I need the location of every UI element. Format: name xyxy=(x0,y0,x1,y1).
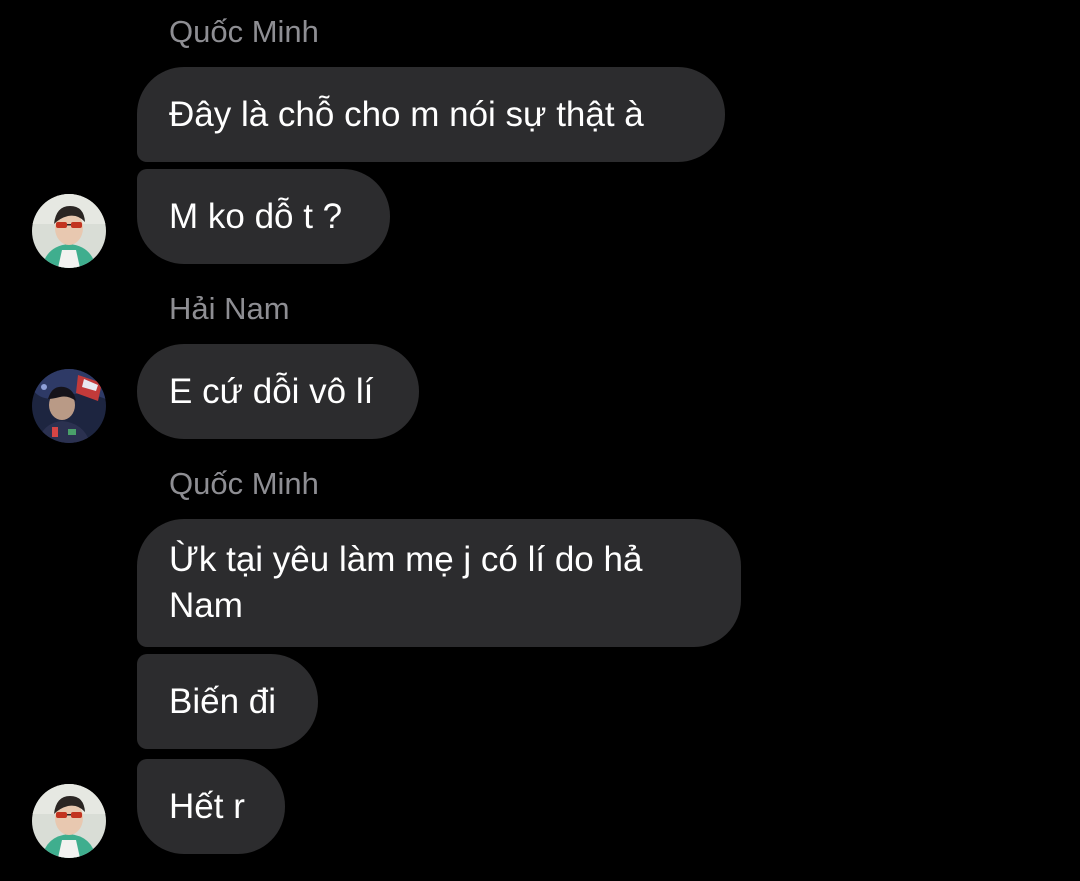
sender-name: Hải Nam xyxy=(169,291,290,326)
quoc-minh-avatar[interactable] xyxy=(32,784,106,858)
message-text: E cứ dỗi vô lí xyxy=(169,371,374,411)
message-text: Ừk tại yêu làm mẹ j có lí do hả Nam xyxy=(169,540,643,625)
sender-name: Quốc Minh xyxy=(169,466,319,501)
message-bubble[interactable]: E cứ dỗi vô lí xyxy=(137,344,419,439)
message-text: M ko dỗ t ? xyxy=(169,196,343,236)
message-bubble[interactable]: Đây là chỗ cho m nói sự thật à xyxy=(137,67,725,162)
message-bubble[interactable]: M ko dỗ t ? xyxy=(137,169,390,264)
message-bubble[interactable]: Biến đi xyxy=(137,654,318,749)
message-text: Biến đi xyxy=(169,681,277,721)
message-bubble[interactable]: Ừk tại yêu làm mẹ j có lí do hả Nam xyxy=(137,519,741,647)
message-text: Hết r xyxy=(169,786,245,826)
hai-nam-avatar[interactable] xyxy=(32,369,106,443)
message-text: Đây là chỗ cho m nói sự thật à xyxy=(169,94,644,134)
sender-name: Quốc Minh xyxy=(169,14,319,49)
quoc-minh-avatar[interactable] xyxy=(32,194,106,268)
message-bubble[interactable]: Hết r xyxy=(137,759,285,854)
